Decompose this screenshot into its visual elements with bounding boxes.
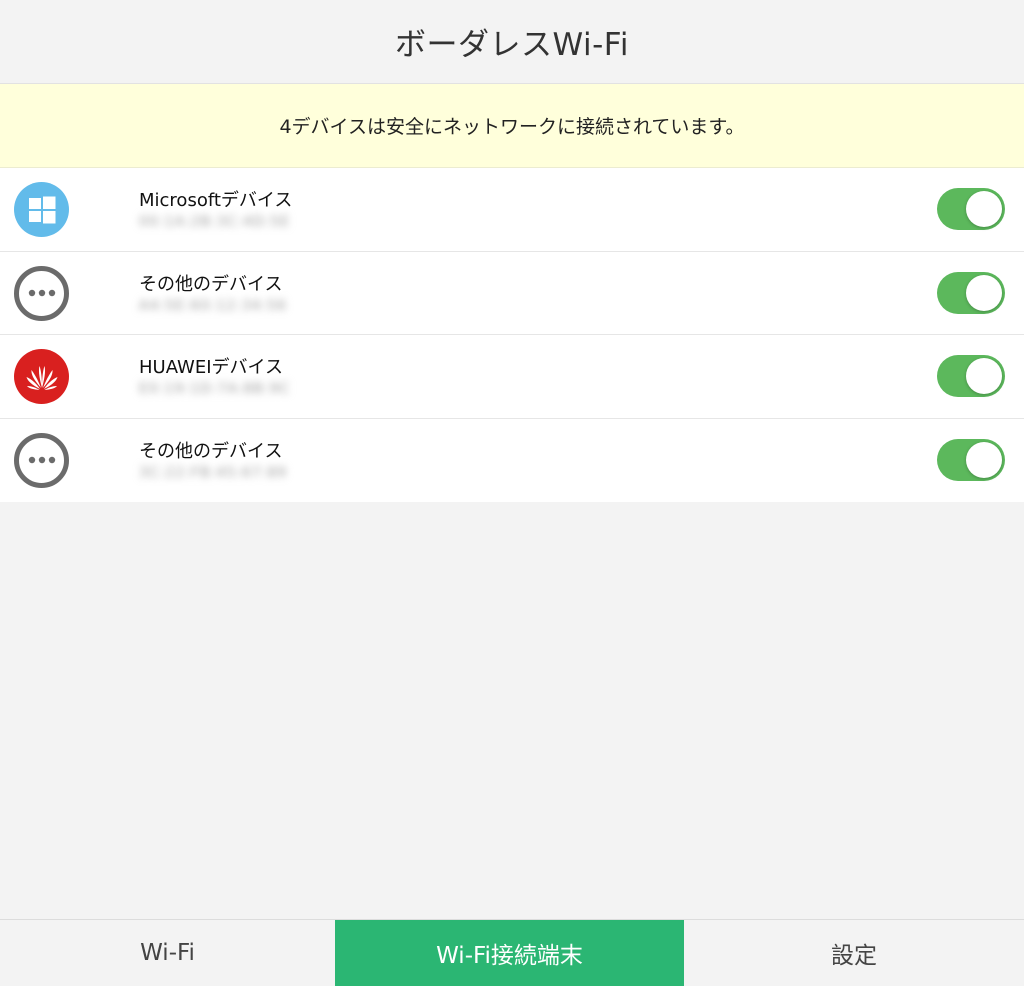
huawei-icon (14, 349, 69, 404)
device-row[interactable]: その他のデバイス 3C:22:FB:45:67:89 (0, 418, 1024, 502)
page-title: ボーダレスWi-Fi (395, 27, 629, 63)
tab-wifi[interactable]: Wi-Fi (0, 920, 335, 986)
device-mac: E0:19:1D:7A:8B:9C (139, 381, 291, 397)
bottom-tab-bar: Wi-Fi Wi-Fi接続端末 設定 (0, 919, 1024, 986)
device-row[interactable]: その他のデバイス A4:5E:60:12:34:56 (0, 251, 1024, 335)
device-mac: A4:5E:60:12:34:56 (139, 297, 288, 314)
more-icon (14, 432, 69, 488)
toggle-knob (966, 358, 1002, 394)
toggle-knob (966, 441, 1002, 478)
device-mac: 00:1A:2B:3C:4D:5E (139, 214, 291, 230)
tab-wifi-devices[interactable]: Wi-Fi接続端末 (335, 920, 684, 986)
app-window: ボーダレスWi-Fi 4デバイスは安全にネットワークに接続されています。 Mic… (0, 0, 1024, 986)
notice-text: 4デバイスは安全にネットワークに接続されています。 (279, 116, 745, 138)
connection-notice: 4デバイスは安全にネットワークに接続されています。 (0, 84, 1024, 168)
device-name: Microsoftデバイス (139, 190, 293, 211)
toggle-knob (966, 274, 1002, 311)
device-name: HUAWEIデバイス (139, 357, 283, 378)
device-toggle[interactable] (937, 188, 1005, 230)
device-name: その他のデバイス (139, 440, 283, 462)
device-toggle[interactable] (937, 271, 1005, 314)
device-mac: 3C:22:FB:45:67:89 (139, 464, 288, 481)
device-toggle[interactable] (937, 438, 1005, 481)
device-name: その他のデバイス (139, 273, 283, 295)
tab-settings[interactable]: 設定 (684, 920, 1024, 986)
device-list: Microsoftデバイス 00:1A:2B:3C:4D:5E その他のデバイス… (0, 168, 1024, 502)
device-row[interactable]: HUAWEIデバイス E0:19:1D:7A:8B:9C (0, 335, 1024, 419)
device-toggle[interactable] (937, 355, 1005, 397)
device-row[interactable]: Microsoftデバイス 00:1A:2B:3C:4D:5E (0, 168, 1024, 252)
windows-icon (14, 182, 69, 237)
more-icon (14, 265, 69, 321)
header: ボーダレスWi-Fi (0, 0, 1024, 84)
toggle-knob (966, 191, 1002, 227)
